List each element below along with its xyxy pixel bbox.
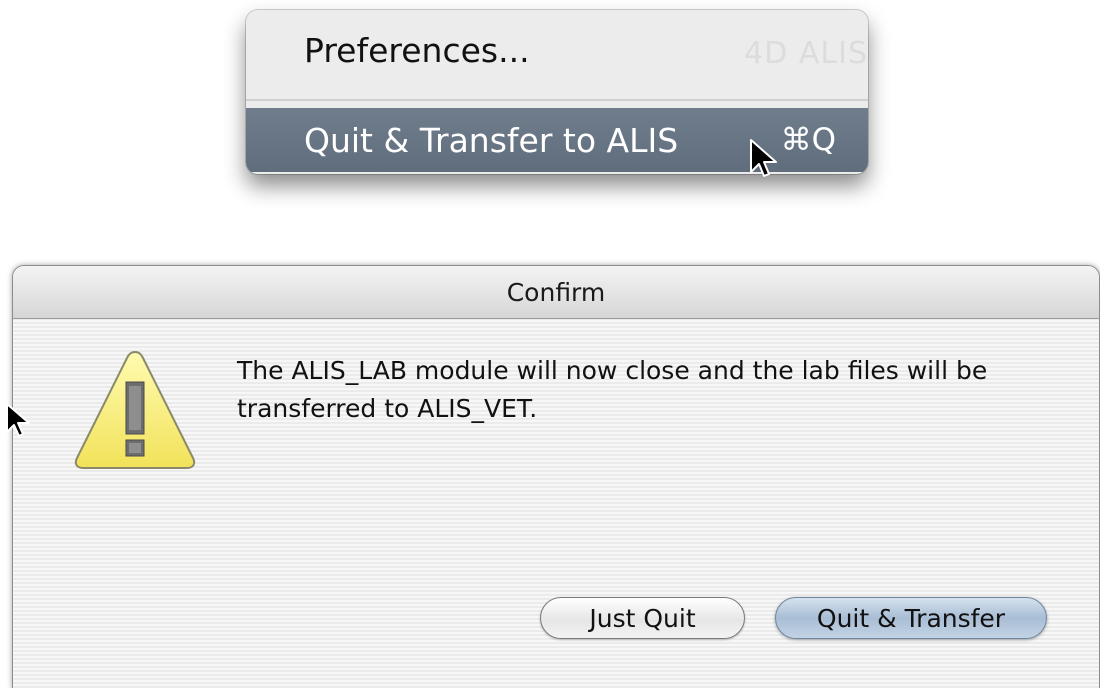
warning-triangle-icon (74, 350, 196, 469)
menu-item-label: Preferences... (304, 30, 530, 70)
dialog-message: The ALIS_LAB module will now close and t… (237, 356, 988, 423)
menu-separator (246, 99, 868, 101)
menu-item-label: Quit & Transfer to ALIS (304, 120, 679, 160)
screenshot: Preferences... 4D ALIS Quit & Transfer t… (0, 0, 1100, 688)
menu-shortcut: ⌘Q (780, 122, 836, 158)
quit-and-transfer-button[interactable]: Quit & Transfer (775, 597, 1047, 639)
button-label: Just Quit (589, 603, 696, 633)
button-label: Quit & Transfer (816, 603, 1006, 633)
confirm-dialog: Confirm The ALIS_LAB module will now clo… (12, 265, 1100, 688)
mouse-cursor-icon (750, 139, 777, 177)
dialog-title: Confirm (506, 277, 606, 307)
just-quit-button[interactable]: Just Quit (540, 597, 745, 639)
background-window-title: 4D ALIS (744, 36, 868, 71)
mouse-cursor-icon (6, 403, 30, 437)
dialog-titlebar[interactable]: Confirm (13, 266, 1099, 319)
